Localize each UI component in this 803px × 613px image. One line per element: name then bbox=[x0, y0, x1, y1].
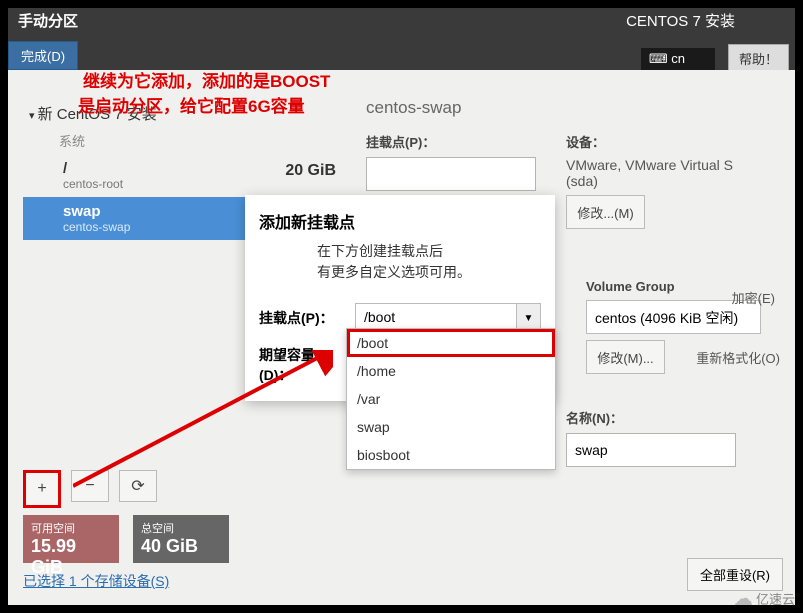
remove-partition-button[interactable]: − bbox=[71, 470, 109, 502]
system-group-label: 系统 bbox=[23, 127, 348, 154]
encrypt-checkbox-text[interactable]: 加密(E) bbox=[732, 288, 775, 307]
modify-device-button[interactable]: 修改...(M) bbox=[566, 195, 645, 229]
dialog-msg-1: 在下方创建挂载点后 bbox=[245, 241, 555, 262]
mount-point-input[interactable] bbox=[366, 157, 536, 191]
mount-point-dropdown: /boot /home /var swap biosboot bbox=[346, 328, 556, 470]
dropdown-option-biosboot[interactable]: biosboot bbox=[347, 441, 555, 469]
total-space-label: 总空间 bbox=[141, 520, 221, 536]
dropdown-option-var[interactable]: /var bbox=[347, 385, 555, 413]
dropdown-option-home[interactable]: /home bbox=[347, 357, 555, 385]
name-input[interactable] bbox=[566, 433, 736, 467]
device-text: VMware, VMware Virtual S (sda) bbox=[566, 157, 736, 189]
mount-point-label: 挂载点(P)： bbox=[366, 132, 536, 151]
reload-button[interactable]: ⟳ bbox=[119, 470, 157, 502]
annotation-line-1: 继续为它添加，添加的是BOOST bbox=[83, 67, 330, 92]
available-space-box: 可用空间 15.99 GiB bbox=[23, 515, 119, 563]
installer-title: CENTOS 7 安装 bbox=[626, 10, 735, 31]
add-partition-button[interactable]: + bbox=[23, 470, 61, 508]
modify-vg-button[interactable]: 修改(M)... bbox=[586, 340, 665, 374]
dropdown-option-boot[interactable]: /boot bbox=[347, 329, 555, 357]
dialog-mount-label: 挂载点(P)： bbox=[259, 308, 347, 328]
reformat-checkbox-text[interactable]: 重新格式化(O) bbox=[696, 348, 780, 367]
done-button[interactable]: 完成(D) bbox=[8, 41, 78, 70]
dropdown-option-swap[interactable]: swap bbox=[347, 413, 555, 441]
cloud-icon: ☁ bbox=[733, 586, 753, 611]
partition-size: 20 GiB bbox=[285, 162, 336, 180]
top-bar: 手动分区 完成(D) CENTOS 7 安装 cn 帮助！ bbox=[8, 8, 795, 70]
total-space-box: 总空间 40 GiB bbox=[133, 515, 229, 563]
annotation-line-2: 是启动分区，给它配置6G容量 bbox=[78, 92, 305, 117]
dialog-msg-2: 有更多自定义选项可用。 bbox=[245, 262, 555, 283]
help-button[interactable]: 帮助！ bbox=[728, 44, 789, 73]
keyboard-layout-button[interactable]: cn bbox=[641, 48, 715, 70]
page-title: 手动分区 bbox=[18, 10, 78, 31]
dialog-title: 添加新挂载点 bbox=[245, 195, 555, 241]
total-space-value: 40 GiB bbox=[141, 536, 221, 557]
storage-devices-link[interactable]: 已选择 1 个存储设备(S) bbox=[23, 571, 169, 591]
partition-row-root[interactable]: / centos-root 20 GiB bbox=[23, 154, 348, 197]
name-label: 名称(N)： bbox=[566, 408, 736, 427]
device-label: 设备： bbox=[566, 132, 736, 151]
detail-title: centos-swap bbox=[366, 98, 785, 118]
watermark: ☁ 亿速云 bbox=[733, 586, 795, 611]
partition-toolbar: + − ⟳ bbox=[23, 470, 157, 508]
available-space-label: 可用空间 bbox=[31, 520, 111, 536]
dialog-capacity-label: 期望容量(D)： bbox=[259, 345, 347, 385]
bottom-bar: 可用空间 15.99 GiB 总空间 40 GiB 已选择 1 个存储设备(S)… bbox=[8, 505, 795, 605]
